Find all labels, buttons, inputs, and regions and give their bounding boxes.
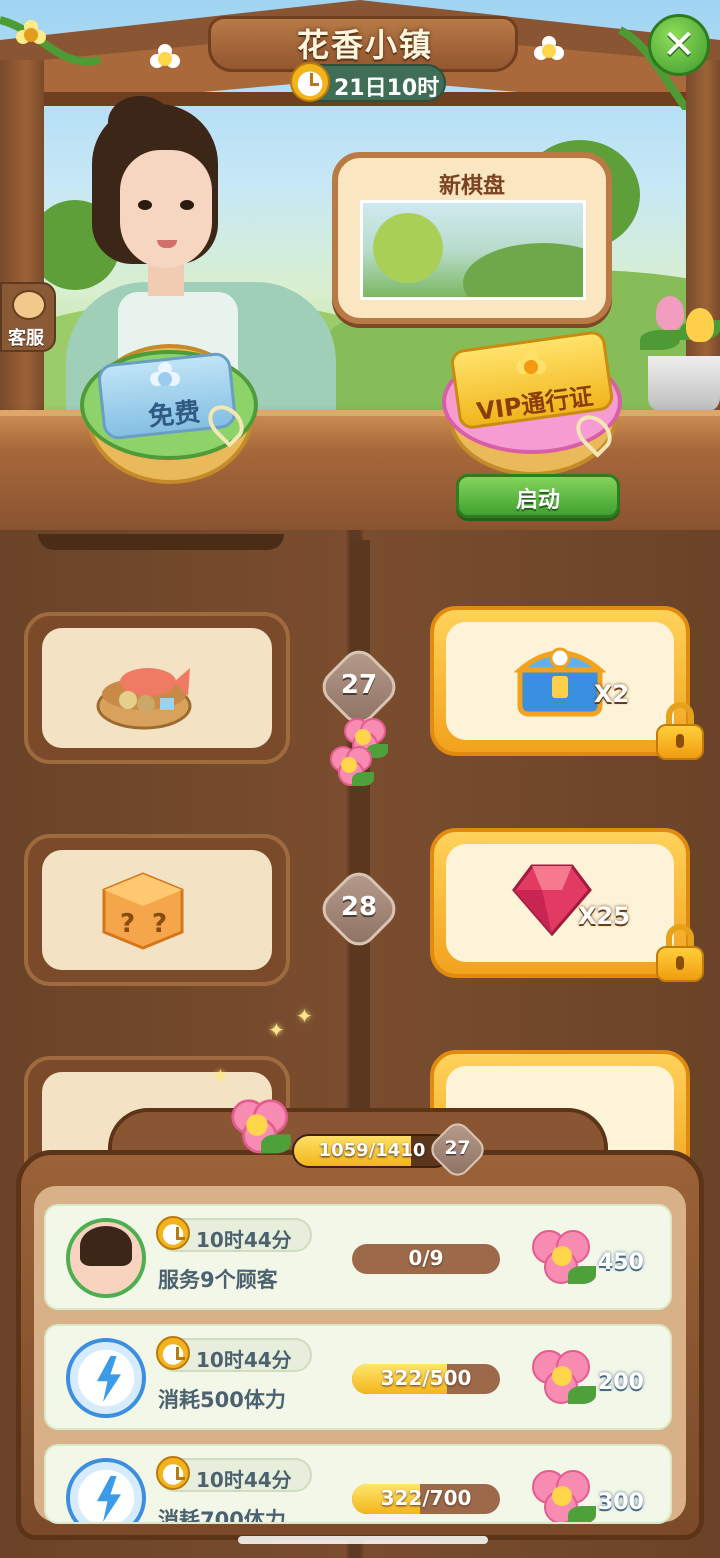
task-reward-amount: 450 bbox=[598, 1250, 644, 1275]
svg-text:?: ? bbox=[120, 909, 135, 939]
treasure-chest-icon bbox=[514, 647, 606, 717]
event-timer: 21日10时 bbox=[334, 76, 440, 101]
customer-avatar-icon bbox=[66, 1218, 146, 1298]
new-board-preview bbox=[360, 200, 586, 300]
new-board-title: 新棋盘 bbox=[438, 174, 505, 199]
task-reward-amount: 300 bbox=[598, 1490, 644, 1515]
daisy-flower-icon bbox=[150, 44, 180, 74]
vip-reward-quantity: X2 bbox=[594, 680, 630, 708]
activate-vip-label: 启动 bbox=[515, 488, 560, 513]
yellow-flower-icon bbox=[516, 350, 546, 380]
task-row[interactable]: 10时44分 消耗700体力 322/700 300 bbox=[44, 1444, 672, 1524]
sparkle-icon: ✦ bbox=[212, 1064, 229, 1088]
fish-basket-icon bbox=[96, 668, 192, 730]
svg-text:?: ? bbox=[152, 909, 167, 939]
task-row[interactable]: 10时44分 消耗500体力 322/500 200 bbox=[44, 1324, 672, 1430]
task-row[interactable]: 10时44分 服务9个顾客 0/9 450 bbox=[44, 1204, 672, 1310]
character-eye bbox=[180, 200, 194, 210]
page-title: 花香小镇 bbox=[296, 26, 433, 64]
track-divider bbox=[350, 540, 370, 1140]
energy-bolt-icon bbox=[66, 1338, 146, 1418]
flower-reward-icon bbox=[530, 1226, 596, 1290]
sparkle-icon: ✦ bbox=[268, 1018, 285, 1042]
close-button[interactable]: ✕ bbox=[648, 14, 710, 76]
free-tier-label: 免费 bbox=[146, 397, 202, 433]
vip-reward-quantity: X25 bbox=[578, 902, 630, 930]
daisy-flower-icon bbox=[16, 20, 46, 50]
level-number: 27 bbox=[340, 670, 378, 700]
customer-service-label: 客服 bbox=[8, 328, 44, 349]
clock-icon bbox=[156, 1456, 190, 1490]
task-description: 消耗500体力 bbox=[158, 1388, 286, 1412]
lock-icon bbox=[656, 702, 704, 760]
energy-bolt-icon bbox=[66, 1458, 146, 1522]
daisy-flower-icon bbox=[534, 36, 564, 66]
plant-leaf bbox=[640, 330, 680, 350]
close-icon: ✕ bbox=[662, 22, 696, 68]
progress-flower-icon bbox=[226, 1094, 291, 1156]
shelf-edge bbox=[38, 534, 284, 550]
progress-flower-icon bbox=[326, 742, 374, 788]
task-reward-amount: 200 bbox=[598, 1370, 644, 1395]
character-eye bbox=[138, 200, 152, 210]
task-description: 服务9个顾客 bbox=[158, 1268, 278, 1292]
task-progress-text: 322/500 bbox=[380, 1366, 472, 1390]
character-bun bbox=[108, 96, 172, 148]
tulip-flower-icon bbox=[656, 296, 684, 330]
blue-flower-icon bbox=[150, 362, 180, 392]
level-number: 28 bbox=[340, 892, 378, 922]
sparkle-icon: ✦ bbox=[296, 1004, 313, 1028]
task-timer: 10时44分 bbox=[196, 1228, 292, 1252]
task-timer: 10时44分 bbox=[196, 1468, 292, 1492]
task-description: 消耗700体力 bbox=[158, 1508, 286, 1524]
current-level-badge: 27 bbox=[425, 1117, 490, 1182]
task-timer: 10时44分 bbox=[196, 1348, 292, 1372]
flower-reward-icon bbox=[530, 1346, 596, 1410]
tulip-flower-icon bbox=[686, 308, 714, 342]
clock-icon bbox=[156, 1336, 190, 1370]
customer-service-button[interactable]: 客服 bbox=[0, 282, 56, 352]
flower-reward-icon bbox=[530, 1466, 596, 1522]
clock-icon bbox=[156, 1216, 190, 1250]
task-progress-text: 0/9 bbox=[408, 1246, 444, 1270]
level-badge: 28 bbox=[315, 865, 403, 953]
clock-icon bbox=[290, 62, 330, 102]
flower-pot bbox=[648, 356, 720, 412]
current-level-number: 27 bbox=[444, 1137, 471, 1159]
mystery-box-icon: ? ? bbox=[102, 872, 184, 950]
lock-icon bbox=[656, 924, 704, 982]
task-progress-text: 322/700 bbox=[380, 1486, 472, 1510]
home-indicator[interactable] bbox=[238, 1536, 488, 1544]
shop-scene: 花香小镇 21日10时 ✕ 客服 新棋盘 免费 VIP通行证 启动 bbox=[0, 0, 720, 530]
character-face bbox=[120, 150, 212, 268]
wooden-post-left bbox=[0, 60, 44, 420]
service-avatar-icon bbox=[12, 290, 46, 320]
